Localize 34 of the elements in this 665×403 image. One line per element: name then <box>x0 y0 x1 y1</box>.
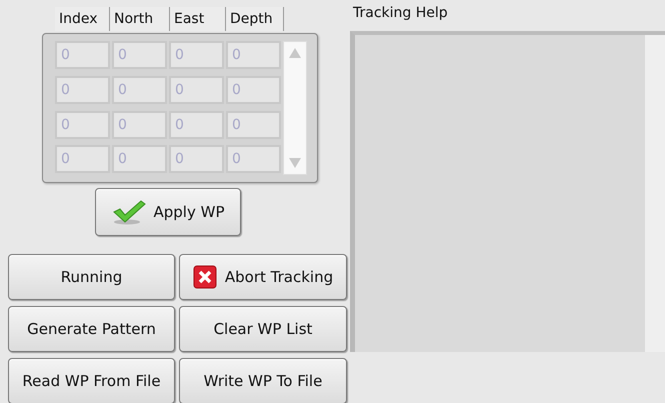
scroll-up-icon[interactable] <box>289 48 301 58</box>
panel-title: Tracking Help <box>353 4 449 23</box>
action-button[interactable]: Generate Pattern <box>8 306 175 352</box>
column-header: East <box>170 7 226 31</box>
input-field[interactable]: 0 <box>55 41 110 69</box>
input-field[interactable]: 0 <box>55 145 110 174</box>
scrollbar[interactable] <box>283 41 307 175</box>
input-field[interactable]: 0 <box>112 41 167 69</box>
input-field[interactable]: 0 <box>226 145 281 174</box>
input-field[interactable]: 0 <box>169 145 224 174</box>
input-field[interactable]: 0 <box>169 76 224 104</box>
action-button[interactable]: Running <box>8 254 175 300</box>
input-field[interactable]: 0 <box>226 76 281 104</box>
input-field[interactable]: 0 <box>226 110 281 138</box>
column-header: North <box>110 7 170 31</box>
input-field[interactable]: 0 <box>112 76 167 104</box>
action-button[interactable]: Read WP From File <box>8 358 175 403</box>
input-field[interactable]: 0 <box>55 76 110 104</box>
action-button[interactable]: Abort Tracking <box>179 254 347 300</box>
checkmark-icon <box>112 199 146 225</box>
close-icon <box>192 265 217 289</box>
input-field[interactable]: 0 <box>112 145 167 174</box>
input-field[interactable]: 0 <box>169 41 224 69</box>
column-header: Index <box>55 7 110 31</box>
scroll-down-icon[interactable] <box>289 158 301 168</box>
column-header: Depth <box>226 7 284 31</box>
input-field[interactable]: 0 <box>169 110 224 138</box>
input-field[interactable]: 0 <box>112 110 167 138</box>
scrollbar[interactable] <box>645 35 665 352</box>
action-button[interactable]: Clear WP List <box>179 306 347 352</box>
apply-wp-button[interactable]: Apply WP <box>95 188 241 236</box>
action-button[interactable]: Write WP To File <box>179 358 347 403</box>
input-field[interactable]: 0 <box>55 110 110 138</box>
input-field[interactable]: 0 <box>226 41 281 69</box>
